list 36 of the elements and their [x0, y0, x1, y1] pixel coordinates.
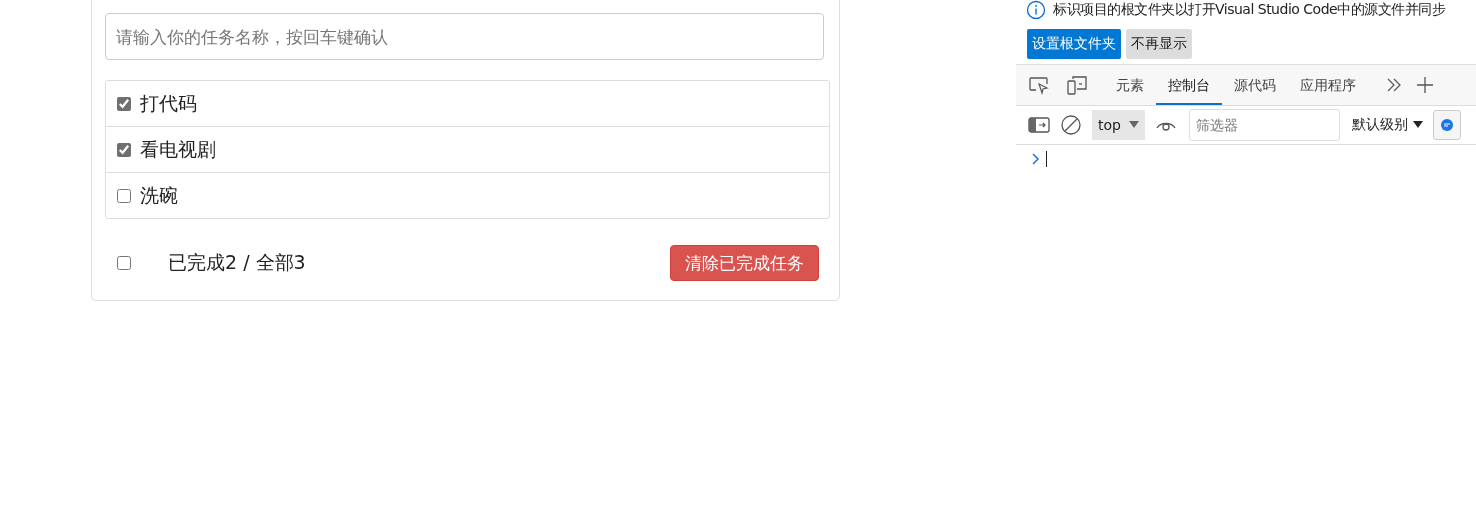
task-checkbox[interactable] [117, 96, 131, 111]
text-cursor [1046, 151, 1047, 167]
notice-text: 标识项目的根文件夹以打开Visual Studio Code中的源文件并同步 [1053, 1, 1446, 19]
message-icon [1439, 118, 1454, 132]
devtools-tab[interactable]: 控制台 [1156, 65, 1222, 105]
clear-completed-button[interactable]: 清除已完成任务 [670, 245, 819, 281]
clear-console-icon[interactable] [1060, 114, 1082, 136]
filter-field[interactable]: 筛选器 [1188, 109, 1340, 141]
devtools-tab[interactable]: 源代码 [1222, 65, 1288, 105]
add-tab-icon[interactable] [1416, 76, 1434, 94]
task-name: 洗碗 [140, 182, 178, 208]
task-item[interactable]: 洗碗 [106, 172, 829, 218]
issues-button[interactable] [1432, 110, 1461, 140]
task-checkbox[interactable] [117, 188, 131, 203]
set-root-folder-button[interactable]: 设置根文件夹 [1027, 29, 1121, 59]
task-input-field[interactable]: 请输入你的任务名称，按回车键确认 [105, 13, 824, 60]
info-icon [1026, 0, 1046, 20]
task-checkbox[interactable] [117, 142, 131, 157]
devtools-tab[interactable]: 应用程序 [1288, 65, 1368, 105]
task-item[interactable]: 打代码 [106, 81, 829, 126]
completion-summary: 已完成2 / 全部3 [168, 250, 306, 275]
caret-icon [1128, 121, 1139, 129]
dismiss-button[interactable]: 不再显示 [1126, 29, 1192, 59]
more-tabs-icon[interactable] [1386, 77, 1402, 93]
task-name: 打代码 [140, 90, 197, 116]
select-all-checkbox[interactable] [117, 256, 131, 270]
task-name: 看电视剧 [140, 136, 216, 162]
devtools-tab[interactable]: 元素 [1104, 65, 1156, 105]
inspect-icon[interactable] [1028, 75, 1050, 95]
caret-icon [1412, 121, 1423, 129]
device-icon[interactable] [1066, 74, 1088, 96]
prompt-chevron-icon [1032, 153, 1040, 165]
sidebar-toggle-icon[interactable] [1028, 116, 1050, 134]
context-select[interactable]: top [1092, 110, 1145, 140]
task-item[interactable]: 看电视剧 [106, 126, 829, 172]
log-levels-dropdown[interactable]: 默认级别 [1351, 116, 1423, 134]
